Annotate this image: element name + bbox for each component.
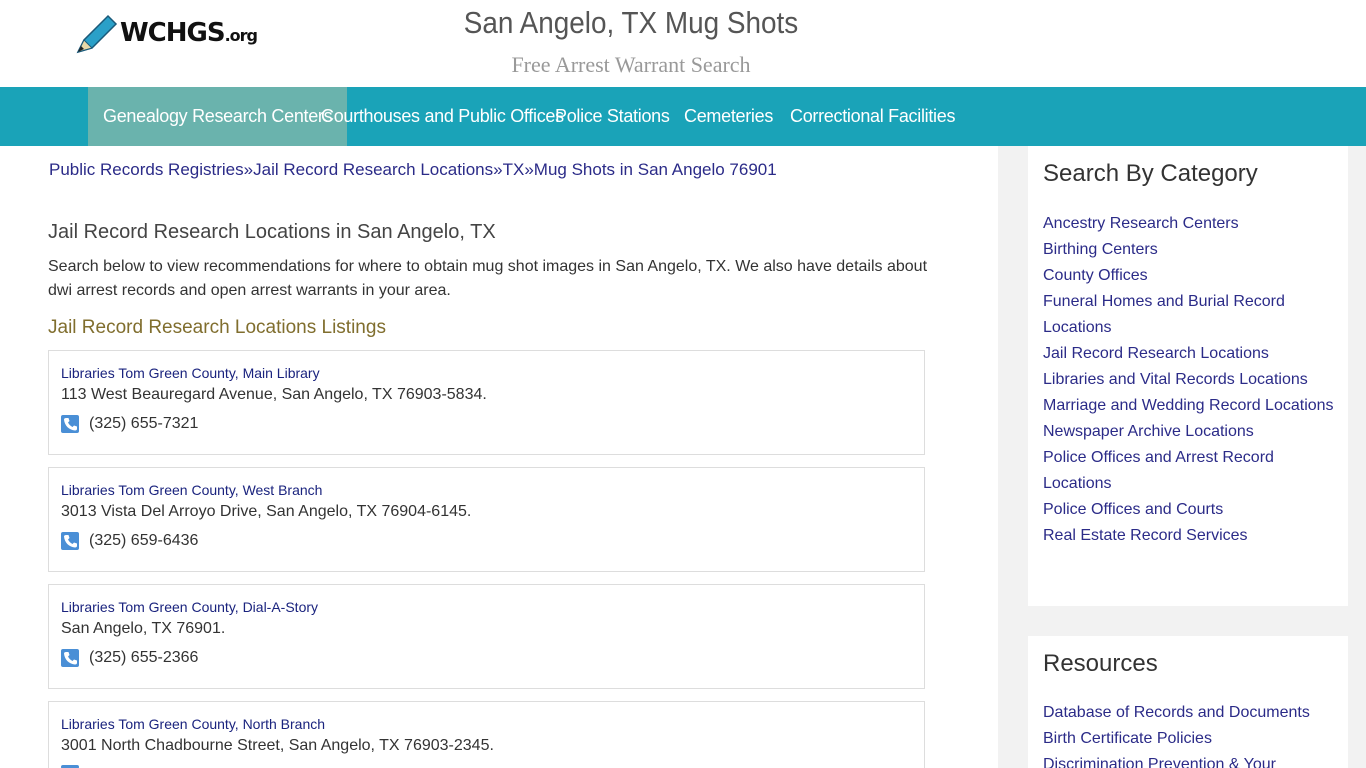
nav-item-cemeteries[interactable]: Cemeteries — [669, 87, 788, 146]
category-link[interactable]: Ancestry Research Centers — [1043, 211, 1343, 237]
phone-icon — [61, 532, 79, 550]
listing-name[interactable]: Libraries Tom Green County, Dial-A-Story — [61, 599, 318, 615]
category-title: Search By Category — [1043, 160, 1258, 187]
category-link[interactable]: Marriage and Wedding Record Locations — [1043, 393, 1343, 419]
listing-phone: (325) 655-2366 — [89, 649, 199, 666]
breadcrumb-separator: » — [243, 160, 254, 179]
breadcrumb-separator: » — [524, 160, 534, 179]
category-link[interactable]: Newspaper Archive Locations — [1043, 419, 1343, 445]
site-subtitle: Free Arrest Warrant Search — [511, 52, 751, 77]
listing-card: Libraries Tom Green County, West Branch … — [48, 467, 925, 572]
listing-phone: (325) 659-6436 — [89, 532, 199, 549]
listing-phone: (325) 655-7321 — [89, 415, 199, 432]
listing-card: Libraries Tom Green County, Main Library… — [48, 350, 925, 455]
nav-item-police-stations[interactable]: Police Stations — [540, 87, 685, 146]
breadcrumb-separator: » — [493, 160, 503, 179]
category-link[interactable]: Real Estate Record Services — [1043, 523, 1343, 549]
category-link[interactable]: Libraries and Vital Records Locations — [1043, 367, 1343, 393]
nav-item-courthouses[interactable]: Courthouses and Public Offices — [306, 87, 579, 146]
resources-box: Resources Database of Records and Docume… — [1028, 636, 1348, 768]
category-link[interactable]: Jail Record Research Locations — [1043, 341, 1343, 367]
category-list: Ancestry Research Centers Birthing Cente… — [1043, 211, 1343, 549]
phone-icon — [61, 415, 79, 433]
listing-address: 3013 Vista Del Arroyo Drive, San Angelo,… — [61, 503, 472, 520]
breadcrumb-tx[interactable]: TX — [503, 160, 525, 179]
resource-link[interactable]: Discrimination Prevention & Your — [1043, 752, 1343, 768]
category-link[interactable]: Birthing Centers — [1043, 237, 1343, 263]
site-title: San Angelo, TX Mug Shots — [463, 5, 799, 40]
site-header: WCHGS.org San Angelo, TX Mug Shots Free … — [0, 0, 1366, 87]
category-link[interactable]: Police Offices and Courts — [1043, 497, 1343, 523]
listing-address: San Angelo, TX 76901. — [61, 620, 226, 637]
breadcrumb-public-records[interactable]: Public Records Registries — [49, 160, 244, 179]
page-heading: Jail Record Research Locations in San An… — [48, 221, 496, 243]
listing-name[interactable]: Libraries Tom Green County, West Branch — [61, 482, 322, 498]
listing-address: 113 West Beauregard Avenue, San Angelo, … — [61, 386, 487, 403]
breadcrumb-jail-records[interactable]: Jail Record Research Locations — [253, 160, 493, 179]
category-box: Search By Category Ancestry Research Cen… — [1028, 146, 1348, 606]
resources-list: Database of Records and Documents Birth … — [1043, 700, 1343, 768]
category-link[interactable]: Funeral Homes and Burial Record Location… — [1043, 289, 1343, 341]
listings-heading: Jail Record Research Locations Listings — [48, 317, 386, 338]
nav-item-correctional[interactable]: Correctional Facilities — [775, 87, 970, 146]
listing-name[interactable]: Libraries Tom Green County, North Branch — [61, 716, 325, 732]
breadcrumb-current[interactable]: Mug Shots in San Angelo 76901 — [534, 160, 777, 179]
listing-name[interactable]: Libraries Tom Green County, Main Library — [61, 365, 320, 381]
category-link[interactable]: Police Offices and Arrest Record Locatio… — [1043, 445, 1343, 497]
listing-address: 3001 North Chadbourne Street, San Angelo… — [61, 737, 494, 754]
phone-icon — [61, 649, 79, 667]
resources-title: Resources — [1043, 650, 1158, 677]
intro-text: Search below to view recommendations for… — [48, 258, 928, 299]
resource-link[interactable]: Database of Records and Documents — [1043, 700, 1343, 726]
listing-card: Libraries Tom Green County, Dial-A-Story… — [48, 584, 925, 689]
category-link[interactable]: County Offices — [1043, 263, 1343, 289]
breadcrumb: Public Records Registries»Jail Record Re… — [49, 160, 777, 180]
main-nav: Genealogy Research Centers Courthouses a… — [0, 87, 1366, 146]
listing-card: Libraries Tom Green County, North Branch… — [48, 701, 925, 768]
resource-link[interactable]: Birth Certificate Policies — [1043, 726, 1343, 752]
